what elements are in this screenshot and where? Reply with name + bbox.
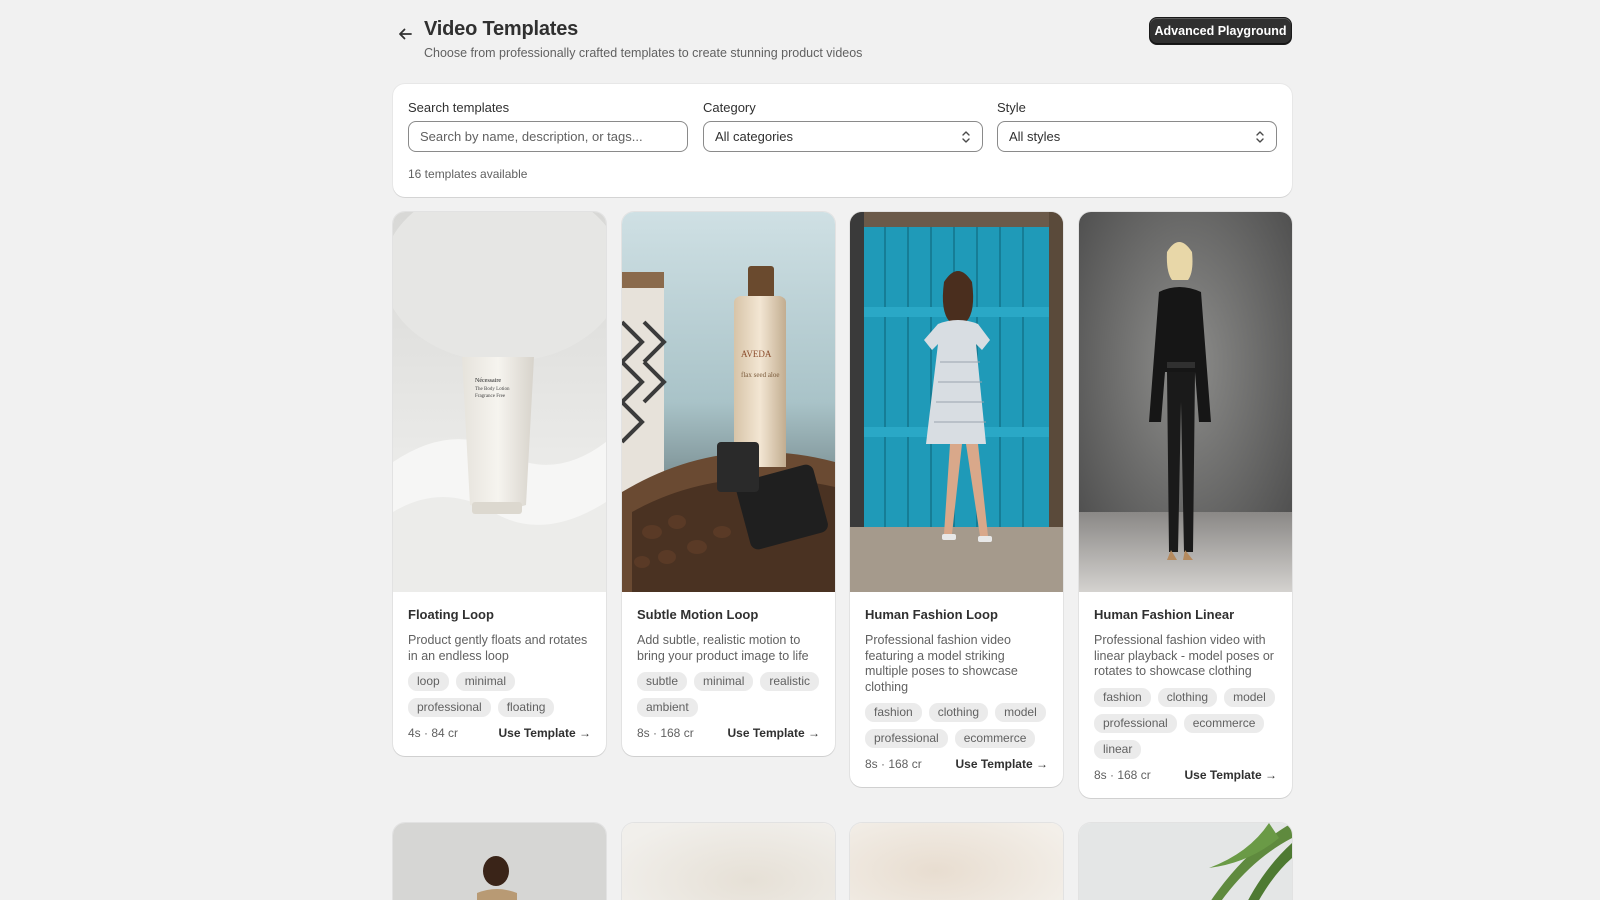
tag: clothing [928, 703, 989, 722]
tag: linear [1094, 739, 1142, 759]
template-card[interactable] [622, 823, 835, 900]
category-label: Category [703, 100, 756, 115]
template-card[interactable] [850, 823, 1063, 900]
filter-card: Search templates Category All categories… [393, 84, 1292, 197]
template-card[interactable] [393, 823, 606, 900]
select-chevron-icon [1256, 131, 1264, 143]
template-title: Subtle Motion Loop [637, 607, 759, 622]
category-select-value: All categories [715, 129, 794, 144]
page-header: Video Templates Choose from professional… [393, 17, 1292, 63]
template-thumbnail [1079, 212, 1292, 592]
tag: model [995, 703, 1046, 722]
page-title: Video Templates [424, 18, 579, 40]
template-title: Human Fashion Linear [1094, 607, 1235, 622]
use-template-button[interactable]: Use Template → [499, 726, 591, 740]
tag: realistic [760, 672, 820, 691]
template-tags: loop minimal professional floating [408, 672, 591, 717]
svg-text:Nécessaire: Nécessaire [475, 378, 501, 384]
tag: minimal [694, 672, 754, 691]
tag: ambient [637, 698, 698, 717]
tag: professional [1094, 713, 1177, 733]
style-select-value: All styles [1009, 129, 1061, 144]
tag: subtle [637, 672, 688, 691]
tag: professional [408, 698, 491, 717]
search-field: Search templates [408, 100, 688, 152]
arrow-left-icon [399, 28, 412, 40]
template-card-floating-loop[interactable]: Nécessaire The Body Lotion Fragrance Fre… [393, 212, 606, 756]
search-input[interactable] [408, 121, 688, 152]
page-subtitle: Choose from professionally crafted templ… [424, 46, 863, 60]
tag: ecommerce [954, 729, 1036, 748]
template-description: Professional fashion video with linear p… [1094, 633, 1274, 678]
search-label: Search templates [408, 100, 510, 115]
tag: fashion [1094, 687, 1151, 707]
template-thumbnail [850, 823, 1063, 900]
advanced-playground-button[interactable]: Advanced Playground [1149, 17, 1292, 45]
svg-text:The Body Lotion: The Body Lotion [475, 387, 510, 392]
template-thumbnail [393, 823, 606, 900]
tag: floating [497, 698, 555, 717]
style-field: Style All styles [997, 100, 1277, 152]
template-card[interactable] [1079, 823, 1292, 900]
tag: ecommerce [1183, 713, 1265, 733]
select-chevron-icon [962, 131, 970, 143]
tag: minimal [455, 672, 516, 691]
template-card-subtle-motion-loop[interactable]: AVEDA flax seed aloe Subtle Motion Loop … [622, 212, 835, 756]
template-thumbnail [622, 823, 835, 900]
template-thumbnail [1079, 823, 1292, 900]
template-thumbnail: AVEDA flax seed aloe [622, 212, 835, 592]
template-meta: 8s · 168 cr [1094, 767, 1151, 782]
svg-text:Fragrance Free: Fragrance Free [475, 394, 506, 399]
style-select[interactable]: All styles [997, 121, 1277, 152]
template-card-human-fashion-linear[interactable]: Human Fashion Linear Professional fashio… [1079, 212, 1292, 798]
use-template-button[interactable]: Use Template → [956, 757, 1048, 771]
template-tags: subtle minimal realistic ambient [637, 672, 820, 717]
tag: loop [408, 672, 449, 691]
template-meta: 8s · 168 cr [865, 757, 922, 771]
template-thumbnail: Nécessaire The Body Lotion Fragrance Fre… [393, 212, 606, 592]
template-description: Add subtle, realistic motion to bring yo… [637, 633, 809, 663]
template-count: 16 templates available [408, 167, 528, 181]
template-thumbnail [850, 212, 1063, 592]
use-template-button[interactable]: Use Template → [728, 726, 820, 740]
style-label: Style [997, 100, 1026, 115]
use-template-button[interactable]: Use Template → [1185, 768, 1277, 782]
tag: fashion [865, 703, 922, 722]
template-title: Floating Loop [408, 607, 494, 622]
tag: professional [865, 729, 948, 748]
svg-text:flax seed aloe: flax seed aloe [741, 371, 779, 379]
template-description: Professional fashion video featuring a m… [865, 633, 1018, 694]
template-tags: fashion clothing model professional ecom… [1094, 687, 1277, 759]
template-tags: fashion clothing model professional ecom… [865, 703, 1048, 748]
category-select[interactable]: All categories [703, 121, 983, 152]
page: Video Templates Choose from professional… [393, 0, 1292, 900]
template-title: Human Fashion Loop [865, 607, 998, 622]
category-field: Category All categories [703, 100, 983, 152]
tag: model [1224, 687, 1275, 707]
template-meta: 4s · 84 cr [408, 726, 459, 740]
template-meta: 8s · 168 cr [637, 726, 694, 740]
back-button[interactable] [393, 22, 417, 46]
template-description: Product gently floats and rotates in an … [408, 633, 588, 663]
tag: clothing [1157, 687, 1218, 707]
svg-text:AVEDA: AVEDA [741, 349, 772, 359]
template-card-human-fashion-loop[interactable]: Human Fashion Loop Professional fashion … [850, 212, 1063, 787]
